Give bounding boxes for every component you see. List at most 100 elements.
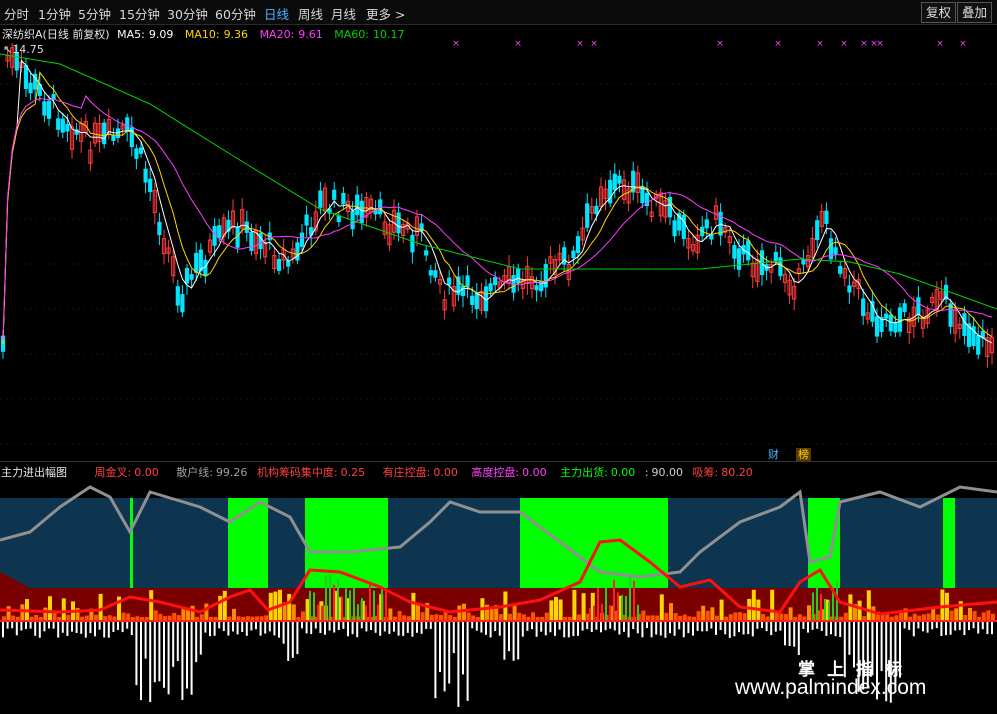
- zone-blue: [0, 498, 130, 594]
- fuquan-button[interactable]: 复权: [921, 2, 957, 23]
- flow-bar: [613, 579, 615, 620]
- accumulation-bar: [512, 604, 517, 620]
- legend-value: 80.20: [721, 466, 753, 479]
- accumulation-bar: [655, 615, 660, 620]
- x-mark-icon: ×: [876, 39, 884, 49]
- candle: [571, 245, 576, 265]
- candle-body: [874, 316, 880, 337]
- accumulation-bar: [986, 610, 991, 620]
- outflow-bar: [825, 622, 828, 636]
- tab-30min[interactable]: 30分钟: [167, 4, 208, 23]
- outflow-bar: [839, 622, 842, 637]
- tab-monthly[interactable]: 月线: [331, 4, 356, 23]
- accumulation-bar: [429, 614, 434, 620]
- candle: [589, 197, 594, 221]
- outflow-bar: [508, 622, 510, 652]
- max-price-label: ↖14.75: [3, 43, 44, 56]
- outflow-bar: [301, 622, 303, 629]
- candlestick-chart[interactable]: × × × × × × × × × ×× × ×: [0, 24, 997, 461]
- outflow-bar: [181, 622, 184, 700]
- zone-green: [228, 498, 268, 594]
- indicator-name: 主力进出幅图: [1, 466, 67, 479]
- outflow-bar: [190, 622, 193, 695]
- candle: [60, 113, 65, 138]
- outflow-bar: [627, 622, 630, 638]
- accumulation-bar: [264, 615, 269, 620]
- tab-fenshi[interactable]: 分时: [4, 4, 29, 23]
- outflow-bar: [471, 622, 474, 629]
- tab-60min[interactable]: 60分钟: [215, 4, 256, 23]
- accumulation-bar: [577, 614, 581, 620]
- candle-body: [801, 259, 806, 265]
- candle: [56, 110, 61, 137]
- candle-body: [861, 298, 866, 317]
- accumulation-bar: [140, 617, 144, 620]
- accumulation-bar: [949, 610, 954, 620]
- candle: [203, 255, 208, 284]
- candle: [617, 169, 622, 193]
- x-mark-icon: ×: [959, 39, 967, 49]
- accumulation-bar: [917, 615, 922, 620]
- candle-body: [148, 178, 153, 193]
- candle: [465, 265, 470, 299]
- outflow-bar: [89, 622, 92, 634]
- tab-daily[interactable]: 日线: [264, 4, 289, 23]
- outflow-bar: [172, 622, 175, 667]
- candle-body: [175, 286, 180, 306]
- candle-body: [612, 173, 617, 191]
- outflow-bar: [595, 622, 598, 630]
- tab-1min[interactable]: 1分钟: [38, 4, 71, 23]
- accumulation-bar: [802, 616, 807, 620]
- finance-tag[interactable]: 财: [766, 448, 781, 462]
- accumulation-bar: [34, 615, 39, 620]
- outflow-bar: [38, 622, 41, 638]
- outflow-bar: [701, 622, 704, 632]
- accumulation-bar: [11, 615, 16, 620]
- overlay-button[interactable]: 叠加: [957, 2, 993, 23]
- candle: [658, 188, 663, 223]
- accumulation-bar: [558, 599, 563, 620]
- candle: [709, 226, 714, 245]
- candle: [28, 71, 33, 101]
- tab-15min[interactable]: 15分钟: [119, 4, 160, 23]
- candle: [980, 319, 985, 347]
- accumulation-bar: [972, 611, 977, 620]
- accumulation-bar: [232, 608, 236, 620]
- accumulation-bar: [241, 616, 246, 620]
- candle: [838, 260, 843, 278]
- candle-body: [194, 252, 199, 273]
- candle: [755, 249, 760, 288]
- more-menu[interactable]: 更多 >: [366, 4, 405, 23]
- accumulation-bar: [894, 615, 899, 620]
- legend-value: 0.00: [134, 466, 159, 479]
- candle: [364, 191, 369, 227]
- flow-bar: [637, 604, 639, 620]
- accumulation-bar: [848, 594, 853, 620]
- outflow-bar: [687, 622, 690, 634]
- rank-tag[interactable]: 榜: [796, 448, 811, 462]
- outflow-bar: [268, 622, 271, 632]
- accumulation-bar: [508, 613, 512, 620]
- flow-bar: [625, 596, 627, 620]
- candle-body: [332, 189, 337, 200]
- accumulation-bar: [563, 616, 568, 620]
- flow-bar: [349, 590, 351, 620]
- accumulation-bar: [176, 615, 181, 620]
- candle: [539, 271, 544, 297]
- ma20-label: MA20: 9.61: [260, 28, 327, 41]
- tab-5min[interactable]: 5分钟: [78, 4, 111, 23]
- tab-weekly[interactable]: 周线: [298, 4, 323, 23]
- flow-bar: [597, 588, 599, 620]
- candle: [930, 292, 935, 308]
- accumulation-bar: [135, 616, 140, 620]
- candle: [782, 267, 788, 293]
- candle: [230, 199, 236, 235]
- outflow-bar: [365, 622, 368, 632]
- candle: [543, 258, 548, 298]
- outflow-bar: [531, 622, 533, 630]
- candle-body: [341, 192, 346, 205]
- outflow-bar: [632, 622, 635, 629]
- outflow-bar: [333, 622, 336, 633]
- outflow-bar: [521, 622, 524, 637]
- candle-body: [396, 212, 401, 234]
